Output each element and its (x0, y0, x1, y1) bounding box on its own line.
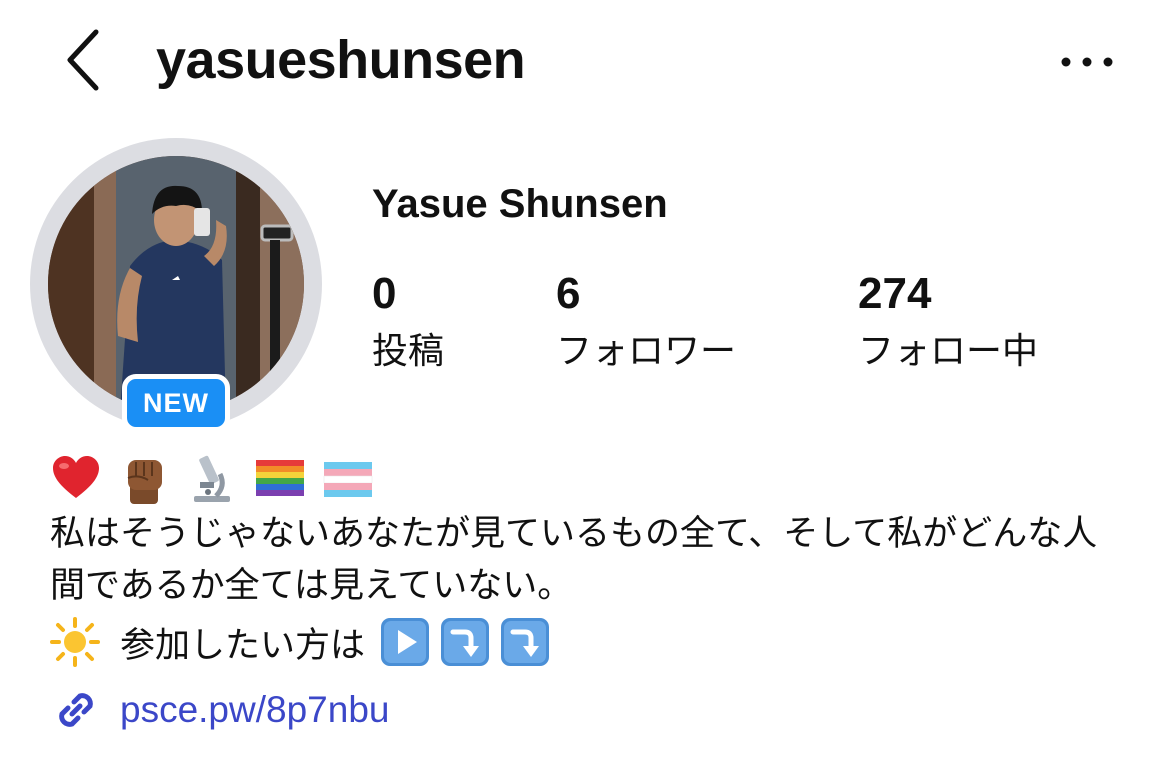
play-button-icon (381, 618, 430, 666)
stat-following-count: 274 (858, 269, 932, 318)
stat-followers[interactable]: 6 フォロワー (556, 268, 736, 376)
stat-posts[interactable]: 0 投稿 (372, 268, 444, 376)
link-icon (59, 693, 93, 727)
more-horizontal-icon (1061, 57, 1113, 67)
back-button[interactable] (56, 24, 112, 96)
bio-link-text[interactable]: psce.pw/8p7nbu (120, 689, 389, 731)
profile-username: yasueshunsen (156, 30, 526, 90)
transgender-flag-icon (323, 462, 373, 497)
bio-text: 私はそうじゃないあなたが見ているもの全て、そして私がどんな人間であるか全ては見え… (50, 514, 1098, 605)
stat-following-label: フォロー中 (858, 330, 1039, 371)
stat-followers-label: フォロワー (556, 330, 737, 371)
raised-fist-icon (127, 460, 162, 504)
rainbow-flag-icon (256, 460, 304, 496)
chevron-left-icon (67, 29, 99, 91)
stat-posts-count: 0 (372, 269, 397, 318)
more-options-button[interactable] (1052, 44, 1122, 80)
profile-full-name: Yasue Shunsen (372, 182, 668, 226)
bio-emoji-row (50, 450, 390, 506)
bio-link[interactable]: psce.pw/8p7nbu (50, 682, 389, 738)
red-heart-icon (53, 456, 99, 498)
arrow-down-right-icon (441, 618, 490, 666)
bio-join-line: 参加したい方は (50, 614, 559, 670)
new-badge: NEW (122, 374, 230, 432)
stat-posts-label: 投稿 (372, 330, 445, 371)
profile-page: yasueshunsen NEW Yasue Shunsen 0 投稿 6 フォ… (0, 0, 1169, 769)
sun-icon (50, 617, 100, 667)
stat-followers-count: 6 (556, 269, 581, 318)
microscope-icon (194, 455, 230, 502)
arrow-down-right-icon (501, 618, 550, 666)
join-text: 参加したい方は (120, 625, 366, 665)
stat-following[interactable]: 274 フォロー中 (858, 268, 1038, 376)
